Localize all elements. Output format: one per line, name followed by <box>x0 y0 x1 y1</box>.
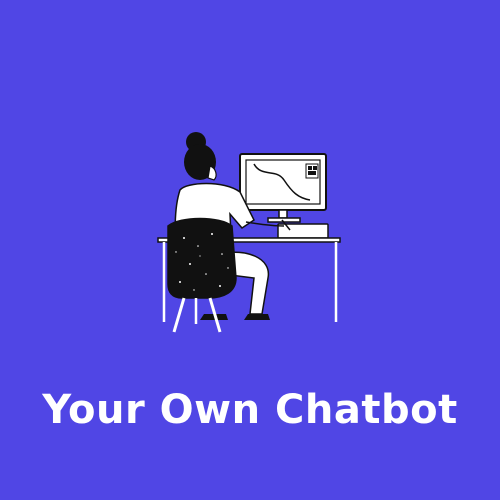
page-title: Your Own Chatbot <box>42 387 458 433</box>
illustration-svg <box>157 132 341 333</box>
person-at-computer-illustration <box>150 128 350 338</box>
cover-canvas: Your Own Chatbot <box>0 0 500 500</box>
tablet-icon <box>277 223 329 239</box>
monitor-icon <box>239 153 327 223</box>
